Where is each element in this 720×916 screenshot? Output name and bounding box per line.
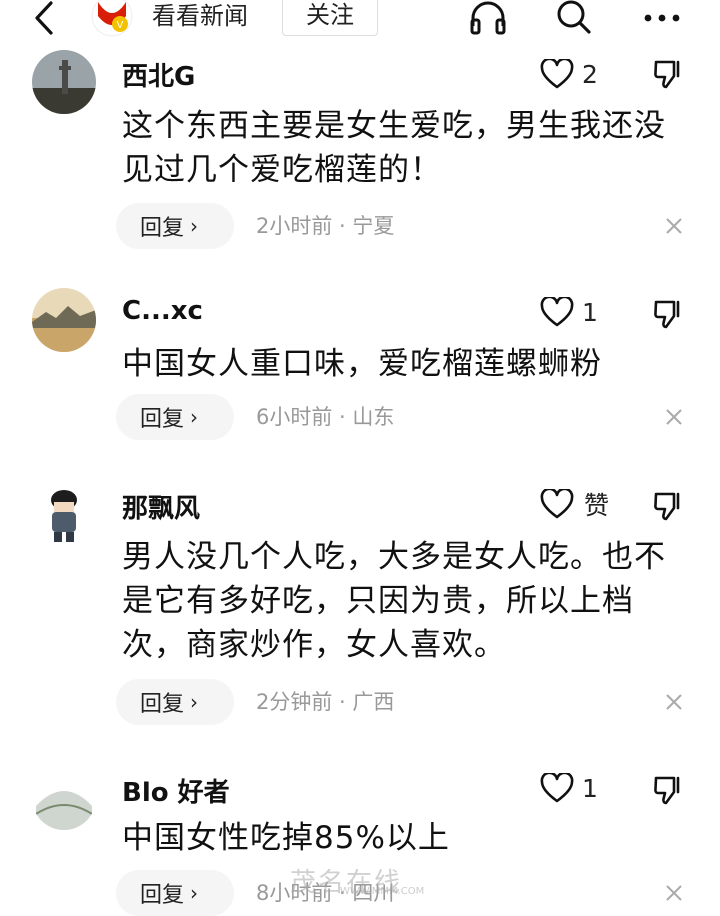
watermark-url: WWW.MMM.COM xyxy=(340,886,425,897)
like-button[interactable]: 1 xyxy=(540,768,598,808)
comment-text: 男人没几个人吃，大多是女人吃。也不是它有多好吃，只因为贵，所以上档次，商家炒作，… xyxy=(122,539,666,663)
close-icon[interactable] xyxy=(660,879,688,907)
like-button[interactable]: 赞 xyxy=(540,484,609,524)
close-icon[interactable] xyxy=(660,688,688,716)
avatar[interactable] xyxy=(32,482,96,546)
dislike-icon[interactable] xyxy=(648,770,688,810)
heart-icon xyxy=(540,297,574,327)
back-arrow-icon[interactable] xyxy=(24,0,64,36)
reply-button[interactable]: 回复 › xyxy=(116,870,234,916)
chevron-right-icon: › xyxy=(190,214,199,238)
heart-icon xyxy=(540,489,574,519)
like-count: 1 xyxy=(582,773,598,803)
reply-label: 回复 xyxy=(140,407,185,432)
reply-label: 回复 xyxy=(140,883,185,908)
chevron-right-icon: › xyxy=(190,690,199,714)
svg-text:V: V xyxy=(117,20,124,31)
comment-text: 中国女人重口味，爱吃榴莲螺蛳粉 xyxy=(122,346,602,382)
like-button[interactable]: 1 xyxy=(540,292,598,332)
close-icon[interactable] xyxy=(660,403,688,431)
more-icon[interactable] xyxy=(640,0,684,38)
like-button[interactable]: 2 xyxy=(540,54,598,94)
dislike-icon[interactable] xyxy=(648,486,688,526)
close-icon[interactable] xyxy=(660,212,688,240)
like-count: 1 xyxy=(582,297,598,327)
channel-name[interactable]: 看看新闻 xyxy=(152,0,248,32)
username[interactable]: C...xc xyxy=(122,296,203,326)
reply-button[interactable]: 回复 › xyxy=(116,679,234,725)
top-nav-bar: V 看看新闻 关注 xyxy=(0,0,720,44)
reply-label: 回复 xyxy=(140,692,185,717)
username[interactable]: Blo 好者 xyxy=(122,772,230,809)
comment-text: 这个东西主要是女生爱吃，男生我还没见过几个爱吃榴莲的！ xyxy=(122,108,666,188)
channel-logo[interactable]: V xyxy=(88,0,136,40)
reply-label: 回复 xyxy=(140,216,185,241)
avatar[interactable] xyxy=(32,50,96,114)
avatar[interactable] xyxy=(32,288,96,352)
avatar[interactable] xyxy=(32,766,96,830)
headphones-icon[interactable] xyxy=(466,0,510,38)
comment-meta: 2分钟前 · 广西 xyxy=(256,690,395,714)
comment-text: 中国女性吃掉85%以上 xyxy=(122,820,450,856)
dislike-icon[interactable] xyxy=(648,294,688,334)
reply-button[interactable]: 回复 › xyxy=(116,394,234,440)
like-label: 赞 xyxy=(584,491,610,520)
search-icon[interactable] xyxy=(552,0,596,38)
heart-icon xyxy=(540,59,574,89)
chevron-right-icon: › xyxy=(190,405,199,429)
follow-button[interactable]: 关注 xyxy=(282,0,378,36)
heart-icon xyxy=(540,773,574,803)
dislike-icon[interactable] xyxy=(648,54,688,94)
username[interactable]: 西北G xyxy=(122,56,195,93)
comment-meta: 6小时前 · 山东 xyxy=(256,405,395,429)
like-count: 2 xyxy=(582,59,598,89)
chevron-right-icon: › xyxy=(190,881,199,905)
comment-meta: 2小时前 · 宁夏 xyxy=(256,214,395,238)
username[interactable]: 那飘风 xyxy=(122,488,200,525)
reply-button[interactable]: 回复 › xyxy=(116,203,234,249)
